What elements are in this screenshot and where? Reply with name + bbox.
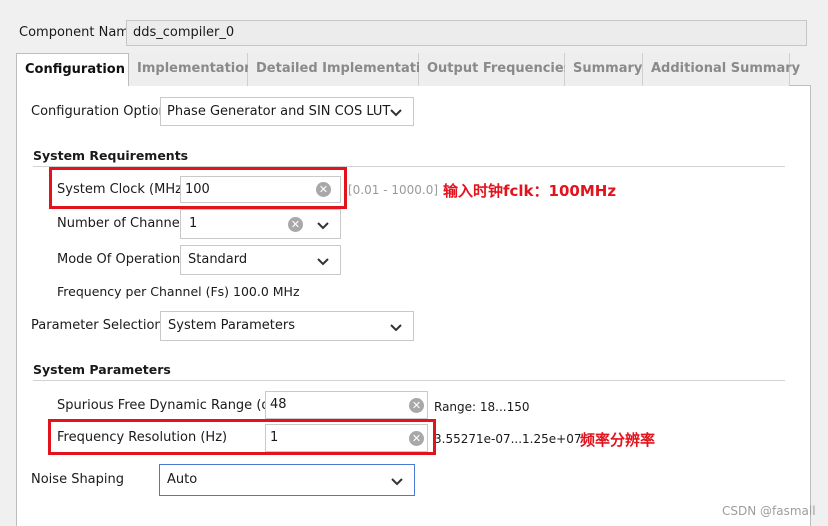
chevron-down-icon — [389, 105, 403, 119]
num-channels-label: Number of Channels — [57, 216, 191, 231]
parameter-selection-value: System Parameters — [168, 318, 296, 333]
system-requirements-heading: System Requirements — [33, 148, 189, 163]
annotation-resolution: 频率分辨率 — [580, 431, 656, 449]
chevron-down-icon — [316, 218, 330, 232]
tab-detailed-implementation[interactable]: Detailed Implementation — [248, 53, 439, 86]
freq-per-channel-text: Frequency per Channel (Fs) 100.0 MHz — [57, 284, 300, 299]
clear-icon[interactable]: ✕ — [288, 217, 303, 232]
tab-output-frequencies[interactable]: Output Frequencies — [419, 53, 571, 86]
sfdr-label: Spurious Free Dynamic Range (dB) — [57, 398, 284, 413]
sfdr-range: Range: 18...150 — [434, 400, 530, 414]
system-parameters-heading: System Parameters — [33, 362, 171, 377]
noise-shaping-label: Noise Shaping — [31, 472, 125, 487]
annotation-clock: 输入时钟fclk：100MHz — [443, 182, 617, 200]
freq-resolution-range: 3.55271e-07...1.25e+07 — [434, 432, 582, 446]
noise-shaping-select[interactable]: Auto — [159, 464, 415, 496]
mode-of-operation-value: Standard — [188, 252, 248, 267]
tab-summary[interactable]: Summary — [565, 53, 643, 86]
mode-of-operation-select[interactable]: Standard — [180, 245, 341, 275]
sfdr-value: 48 — [270, 397, 287, 412]
tab-additional-summary[interactable]: Additional Summary — [643, 53, 800, 86]
noise-shaping-value: Auto — [167, 472, 198, 487]
tab-bar: Configuration Implementation Detailed Im… — [16, 53, 811, 87]
component-name-field[interactable]: dds_compiler_0 — [126, 20, 807, 46]
highlight-box-resolution — [48, 419, 436, 455]
system-clock-range: [0.01 - 1000.0] — [348, 183, 439, 197]
section-divider — [33, 380, 785, 381]
num-channels-select[interactable]: 1 ✕ — [180, 209, 341, 239]
chevron-down-icon — [389, 320, 403, 334]
config-options-select[interactable]: Phase Generator and SIN COS LUT — [160, 97, 414, 126]
parameter-selection-select[interactable]: System Parameters — [160, 311, 414, 341]
highlight-box-clock — [49, 167, 347, 209]
config-options-label: Configuration Options — [31, 104, 174, 119]
config-options-value: Phase Generator and SIN COS LUT — [167, 104, 391, 119]
parameter-selection-label: Parameter Selection — [31, 318, 163, 333]
mode-of-operation-label: Mode Of Operation — [57, 252, 181, 267]
tab-implementation[interactable]: Implementation — [129, 53, 253, 86]
tab-configuration[interactable]: Configuration — [16, 53, 129, 87]
chevron-down-icon — [316, 254, 330, 268]
watermark-text: CSDN @fasmall — [722, 504, 816, 518]
component-name-label: Component Name — [19, 25, 137, 40]
clear-icon[interactable]: ✕ — [409, 398, 424, 413]
num-channels-value: 1 — [189, 216, 198, 231]
chevron-down-icon — [390, 474, 404, 488]
sfdr-input[interactable]: 48 ✕ — [265, 391, 428, 419]
